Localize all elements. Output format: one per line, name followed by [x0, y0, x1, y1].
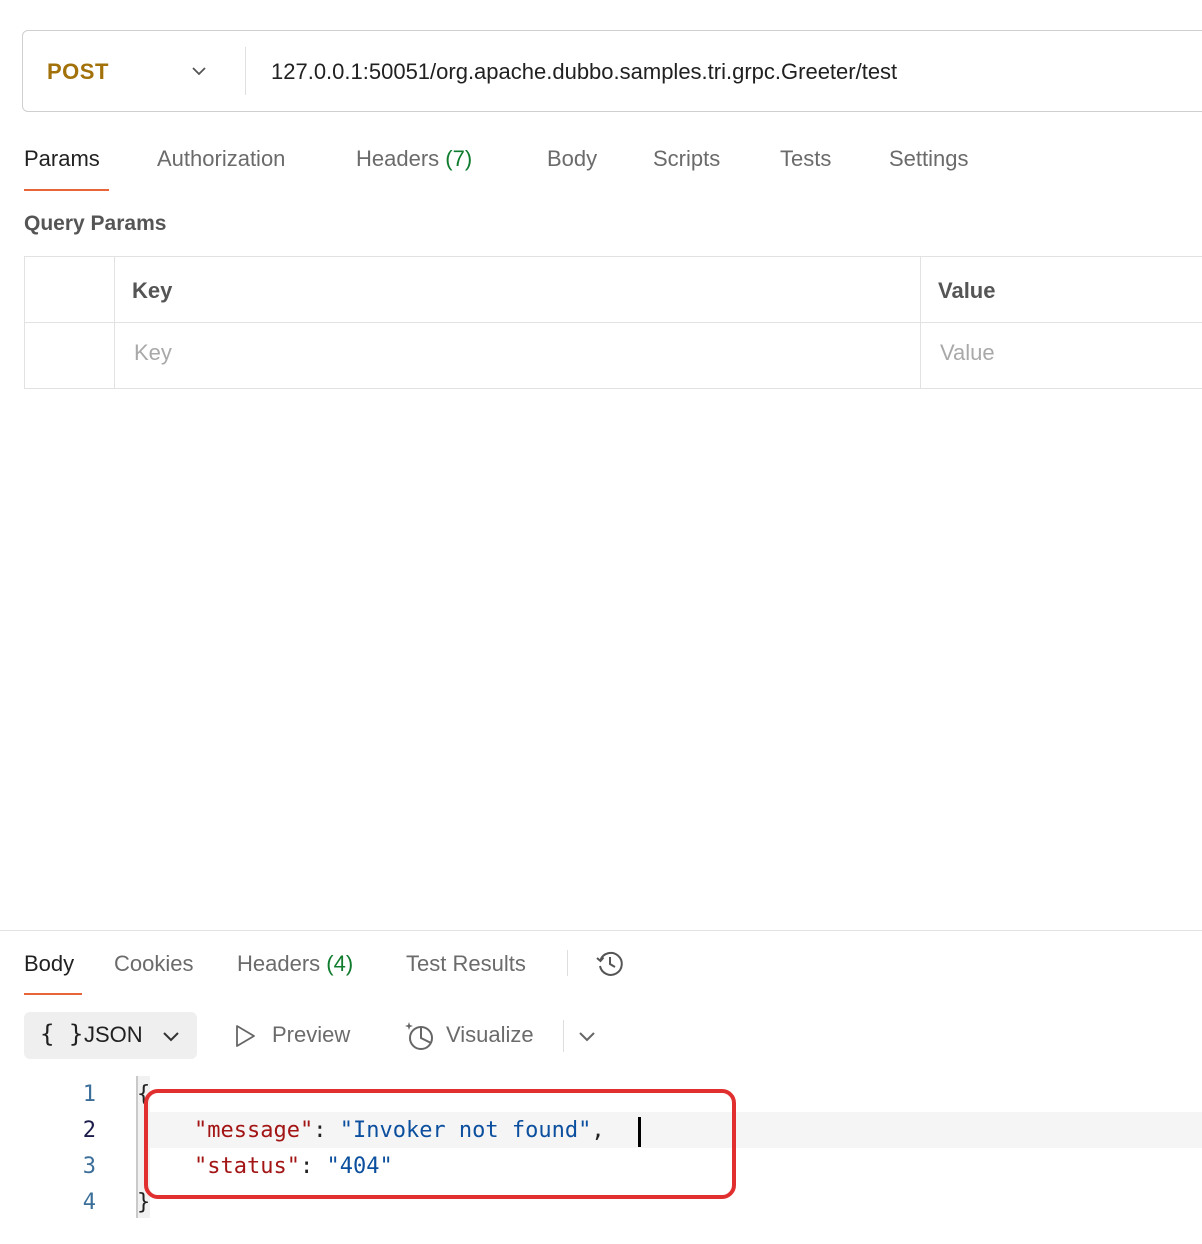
response-tab-headers-label: Headers — [237, 951, 321, 976]
url-input[interactable]: 127.0.0.1:50051/org.apache.dubbo.samples… — [271, 59, 897, 85]
chevron-down-icon[interactable] — [189, 61, 209, 81]
line-number: 3 — [82, 1154, 96, 1179]
visualize-icon[interactable] — [402, 1019, 436, 1053]
line-number: 4 — [82, 1190, 96, 1215]
table-row-divider — [24, 322, 1202, 323]
tab-headers-label: Headers — [356, 146, 440, 171]
history-icon[interactable] — [594, 948, 626, 980]
response-tab-test-results[interactable]: Test Results — [406, 951, 526, 977]
url-bar: POST 127.0.0.1:50051/org.apache.dubbo.sa… — [22, 30, 1202, 112]
highlight-annotation-box — [144, 1089, 736, 1199]
response-tab-headers[interactable]: Headers (4) — [237, 951, 353, 977]
tab-settings[interactable]: Settings — [889, 146, 969, 172]
tab-scripts[interactable]: Scripts — [653, 146, 720, 172]
divider — [563, 1020, 564, 1052]
tab-headers[interactable]: Headers (7) — [356, 146, 472, 172]
query-params-title: Query Params — [24, 212, 167, 235]
chevron-down-icon[interactable] — [576, 1025, 598, 1047]
line-number: 2 — [82, 1118, 96, 1143]
play-icon[interactable] — [232, 1022, 258, 1050]
json-braces-icon: { } — [40, 1020, 84, 1048]
headers-count: (7) — [445, 146, 473, 171]
tab-authorization[interactable]: Authorization — [157, 146, 285, 172]
visualize-button[interactable]: Visualize — [446, 1022, 534, 1048]
method-select[interactable]: POST — [47, 59, 109, 85]
key-input[interactable]: Key — [134, 340, 172, 366]
divider — [245, 47, 246, 95]
tab-params[interactable]: Params — [24, 146, 100, 172]
tab-active-indicator — [24, 189, 109, 191]
value-input[interactable]: Value — [940, 340, 995, 366]
divider — [567, 950, 568, 976]
table-col-divider — [920, 256, 921, 389]
tab-tests[interactable]: Tests — [780, 146, 831, 172]
column-header-key: Key — [132, 278, 173, 303]
response-tab-body[interactable]: Body — [24, 951, 74, 977]
response-tab-cookies[interactable]: Cookies — [114, 951, 193, 977]
response-pane-divider[interactable] — [0, 930, 1202, 931]
table-col-divider — [114, 256, 115, 389]
preview-button[interactable]: Preview — [272, 1022, 350, 1048]
column-header-value: Value — [938, 278, 996, 303]
line-number: 1 — [82, 1082, 96, 1107]
tab-body[interactable]: Body — [547, 146, 597, 172]
response-headers-count: (4) — [326, 951, 354, 976]
format-label: JSON — [84, 1022, 143, 1047]
chevron-down-icon[interactable] — [160, 1025, 182, 1047]
response-tab-active-indicator — [24, 993, 82, 995]
